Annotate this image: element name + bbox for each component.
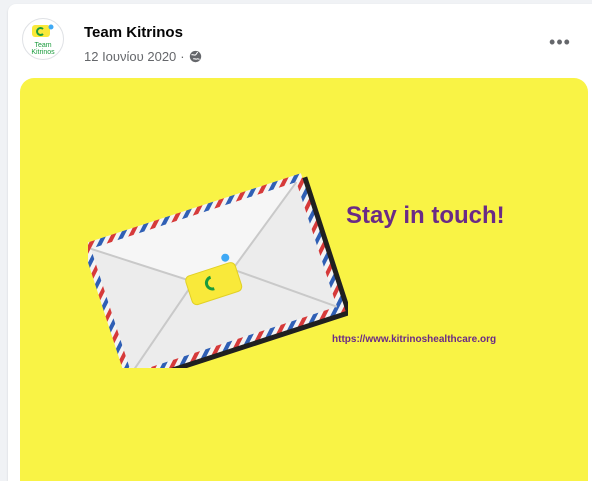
- post-date[interactable]: 12 Ιουνίου 2020: [84, 49, 176, 64]
- website-url: https://www.kitrinoshealthcare.org: [332, 334, 497, 345]
- globe-icon: [189, 50, 202, 63]
- post-meta: 12 Ιουνίου 2020 ·: [84, 49, 202, 64]
- more-options-button[interactable]: •••: [542, 30, 578, 54]
- post-card: Team Kitrinos Team Kitrinos 12 Ιουνίου 2…: [8, 4, 592, 481]
- envelope-illustration: [88, 173, 348, 368]
- kitrinos-logo-icon: Team Kitrinos: [31, 24, 55, 56]
- avatar[interactable]: Team Kitrinos: [22, 18, 64, 60]
- post-image[interactable]: Stay in touch! https://www.kitrinoshealt…: [20, 78, 588, 481]
- svg-text:Kitrinos: Kitrinos: [31, 49, 55, 56]
- svg-text:Team: Team: [34, 42, 51, 49]
- meta-separator: ·: [180, 49, 185, 64]
- headline-text: Stay in touch!: [346, 202, 505, 229]
- author-name[interactable]: Team Kitrinos: [84, 24, 183, 41]
- post-header: Team Kitrinos Team Kitrinos 12 Ιουνίου 2…: [8, 4, 592, 74]
